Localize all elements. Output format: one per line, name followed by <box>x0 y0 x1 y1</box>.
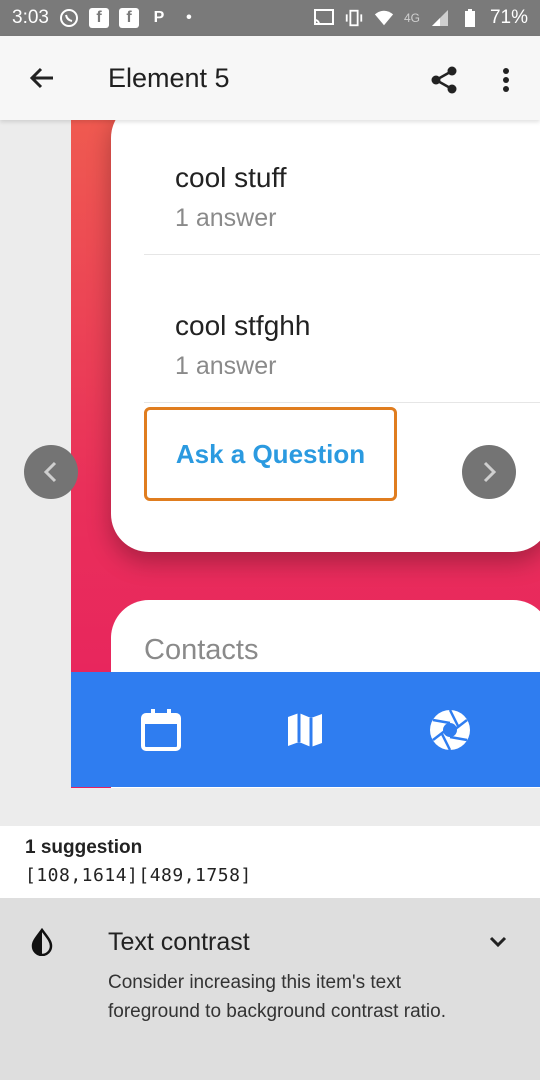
tab-calendar[interactable] <box>121 690 201 770</box>
status-time: 3:03 <box>12 7 49 28</box>
battery-icon <box>460 8 480 28</box>
dot-icon: • <box>186 9 192 26</box>
issue-card[interactable]: Text contrast Consider increasing this i… <box>0 898 540 1080</box>
back-button[interactable] <box>0 36 84 120</box>
chevron-left-icon <box>43 461 57 483</box>
ask-question-button[interactable]: Ask a Question <box>144 407 397 501</box>
share-icon <box>431 66 457 94</box>
more-vert-icon <box>503 68 509 92</box>
more-options-button[interactable] <box>488 58 524 102</box>
whatsapp-icon <box>59 8 79 28</box>
question-answer-count: 1 answer <box>175 204 277 232</box>
calendar-icon <box>141 708 182 751</box>
contacts-title: Contacts <box>144 634 259 666</box>
question-item[interactable]: cool stuff 1 answer <box>175 162 540 233</box>
cast-icon <box>313 8 334 28</box>
issue-title: Text contrast <box>108 928 250 956</box>
bottom-tab-bar <box>71 672 540 787</box>
map-icon <box>288 712 323 747</box>
suggestion-count: 1 suggestion <box>25 837 143 858</box>
element-bounds: [108,1614][489,1758] <box>25 865 252 886</box>
wifi-icon <box>374 8 394 28</box>
next-button[interactable] <box>462 445 516 499</box>
parking-icon: P <box>153 9 165 26</box>
arrow-back-icon <box>29 67 53 89</box>
suggestion-header: 1 suggestion [108,1614][489,1758] <box>0 826 540 898</box>
tab-camera[interactable] <box>410 690 490 770</box>
chevron-right-icon <box>483 461 497 483</box>
divider <box>144 402 540 403</box>
camera-aperture-icon <box>429 708 470 751</box>
chevron-down-icon <box>489 936 507 948</box>
share-button[interactable] <box>422 58 466 102</box>
tab-map[interactable] <box>265 690 345 770</box>
divider <box>144 254 540 255</box>
question-title: cool stuff <box>175 162 287 193</box>
signal-icon <box>430 8 450 28</box>
facebook-icon: f <box>88 8 109 28</box>
app-bar: Element 5 <box>0 36 540 120</box>
contrast-icon <box>31 928 53 956</box>
battery-percent: 71% <box>489 7 528 28</box>
facebook-icon: f <box>118 8 139 28</box>
question-title: cool stfghh <box>175 310 311 341</box>
ask-question-label: Ask a Question <box>175 438 366 469</box>
expand-button[interactable] <box>484 928 512 956</box>
status-bar: 3:03 f f P • 4G 71% <box>0 0 540 36</box>
question-answer-count: 1 answer <box>175 352 277 380</box>
network-type: 4G <box>403 11 420 25</box>
question-item[interactable]: cool stfghh 1 answer <box>175 310 540 381</box>
issue-description: Consider increasing this item's text for… <box>108 972 446 1022</box>
page-title: Element 5 <box>108 62 230 93</box>
app-preview: cool stuff 1 answer cool stfghh 1 answer… <box>0 120 540 826</box>
vibrate-icon <box>344 8 364 28</box>
previous-button[interactable] <box>24 445 78 499</box>
